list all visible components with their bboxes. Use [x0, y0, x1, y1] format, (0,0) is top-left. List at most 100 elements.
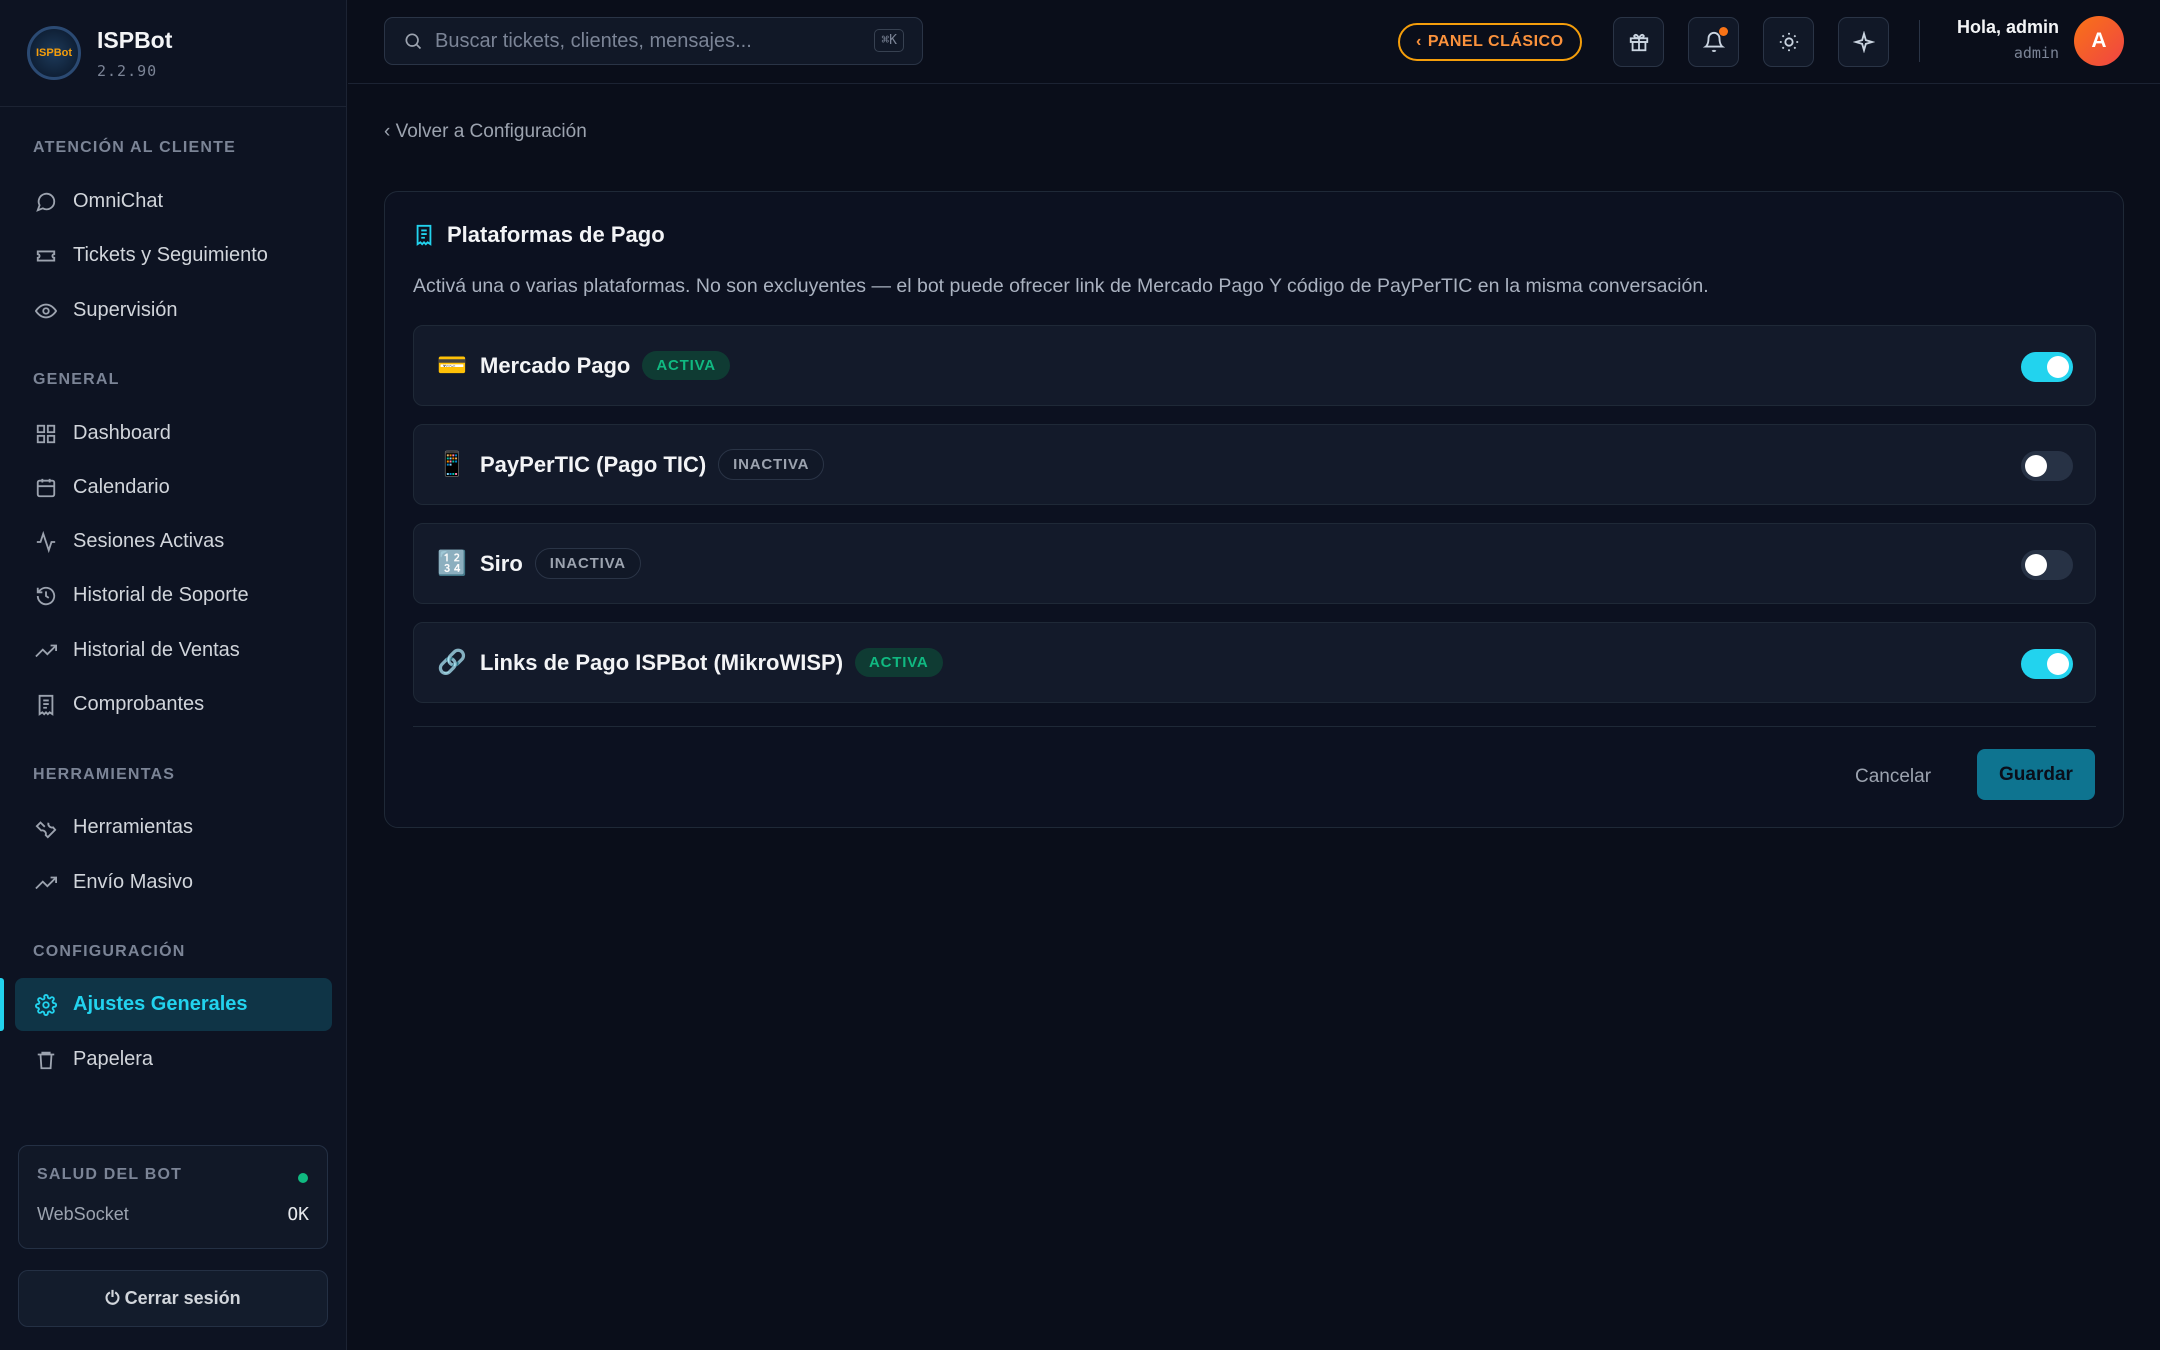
- grid-icon: [34, 422, 58, 446]
- bot-health-panel: SALUD DEL BOT WebSocket OK: [18, 1145, 328, 1249]
- platform-row-siro: 🔢 Siro INACTIVA: [413, 523, 2096, 604]
- user-greeting: Hola, admin: [1956, 17, 2059, 37]
- receipt-icon: [34, 693, 58, 717]
- platform-row-mercado-pago: 💳 Mercado Pago ACTIVA: [413, 325, 2096, 406]
- top-header: Buscar tickets, clientes, mensajes... ⌘K…: [348, 0, 2160, 84]
- section-title-general: GENERAL: [33, 371, 120, 388]
- sidebar-item-label: Herramientas: [73, 816, 194, 838]
- platform-toggle[interactable]: [2021, 550, 2073, 580]
- link-icon: 🔗: [437, 649, 467, 676]
- numbers-icon: 🔢: [437, 550, 467, 577]
- sidebar-item-herramientas[interactable]: Herramientas: [15, 801, 332, 854]
- calendar-icon: [34, 476, 58, 500]
- card-title-text: Plataformas de Pago: [447, 222, 665, 247]
- user-role: admin: [2013, 44, 2059, 62]
- cancel-button[interactable]: Cancelar: [1855, 766, 1931, 788]
- active-indicator: [0, 978, 4, 1031]
- sidebar-item-supervision[interactable]: Supervisión: [15, 284, 332, 337]
- search-shortcut: ⌘K: [874, 29, 904, 52]
- header-divider: [1919, 20, 1920, 62]
- health-label: WebSocket: [37, 1204, 129, 1224]
- app-logo[interactable]: ISPBot: [27, 26, 81, 80]
- sidebar-item-tickets[interactable]: Tickets y Seguimiento: [15, 229, 332, 282]
- status-badge: ACTIVA: [642, 351, 730, 380]
- brand: ISPBot ISPBot 2.2.90: [0, 0, 346, 107]
- credit-card-icon: 💳: [437, 352, 467, 379]
- classic-panel-label: PANEL CLÁSICO: [1427, 33, 1564, 50]
- notifications-button[interactable]: [1688, 17, 1739, 67]
- activity-icon: [34, 530, 58, 554]
- platform-toggle[interactable]: [2021, 352, 2073, 382]
- back-to-config-link[interactable]: ‹ Volver a Configuración: [384, 121, 587, 143]
- card-divider: [413, 726, 2096, 727]
- card-title: Plataformas de Pago: [413, 222, 665, 248]
- search-placeholder: Buscar tickets, clientes, mensajes...: [435, 29, 752, 52]
- health-value: OK: [287, 1204, 309, 1225]
- section-title-configuracion: CONFIGURACIÓN: [33, 943, 186, 960]
- platform-toggle[interactable]: [2021, 649, 2073, 679]
- sidebar-item-label: Supervisión: [73, 299, 178, 321]
- toggle-knob: [2025, 455, 2047, 477]
- sidebar-item-omnichat[interactable]: OmniChat: [15, 175, 332, 228]
- platform-row-ispbot-links: 🔗 Links de Pago ISPBot (MikroWISP) ACTIV…: [413, 622, 2096, 703]
- sidebar-item-label: Historial de Ventas: [73, 639, 240, 661]
- logo-text: ISPBot: [35, 47, 73, 59]
- card-description: Activá una o varias plataformas. No son …: [413, 275, 1709, 297]
- payment-platforms-card: Plataformas de Pago Activá una o varias …: [384, 191, 2124, 828]
- status-badge: ACTIVA: [855, 648, 943, 677]
- user-info[interactable]: Hola, admin admin: [1957, 17, 2059, 62]
- sidebar-item-calendario[interactable]: Calendario: [15, 461, 332, 514]
- sidebar-item-ajustes-generales[interactable]: Ajustes Generales: [15, 978, 332, 1031]
- ai-assistant-button[interactable]: [1838, 17, 1889, 67]
- theme-toggle-button[interactable]: [1763, 17, 1814, 67]
- chat-bubble-icon: [34, 190, 58, 214]
- sidebar-item-comprobantes[interactable]: Comprobantes: [15, 678, 332, 731]
- sparkle-icon: [1852, 31, 1875, 53]
- app-version: 2.2.90: [97, 61, 158, 80]
- toggle-knob: [2025, 554, 2047, 576]
- section-title-herramientas: HERRAMIENTAS: [33, 766, 176, 783]
- sidebar-item-label: Dashboard: [73, 422, 171, 444]
- toggle-knob: [2047, 653, 2069, 675]
- sidebar-item-label: Envío Masivo: [73, 871, 194, 893]
- sidebar-item-envio-masivo[interactable]: Envío Masivo: [15, 856, 332, 909]
- sidebar-item-historial-soporte[interactable]: Historial de Soporte: [15, 569, 332, 622]
- mobile-phone-icon: 📱: [437, 451, 467, 478]
- sidebar-item-sesiones[interactable]: Sesiones Activas: [15, 515, 332, 568]
- search-input[interactable]: Buscar tickets, clientes, mensajes... ⌘K: [384, 17, 923, 65]
- history-icon: [34, 584, 58, 608]
- app-name: ISPBot: [97, 26, 173, 53]
- wrench-icon: [34, 816, 58, 840]
- receipt-icon: [413, 224, 435, 246]
- chevron-left-icon: ‹: [1416, 33, 1422, 50]
- health-title: SALUD DEL BOT: [37, 1166, 183, 1183]
- sidebar-item-label: Papelera: [73, 1048, 154, 1070]
- sidebar-item-label: Tickets y Seguimiento: [73, 244, 268, 266]
- platform-name: Mercado Pago: [480, 352, 631, 378]
- platform-toggle[interactable]: [2021, 451, 2073, 481]
- sidebar: ISPBot ISPBot 2.2.90 ATENCIÓN AL CLIENTE…: [0, 0, 347, 1350]
- save-button[interactable]: Guardar: [1977, 749, 2095, 800]
- gear-icon: [34, 993, 58, 1017]
- gift-button[interactable]: [1613, 17, 1664, 67]
- sidebar-item-label: OmniChat: [73, 190, 164, 212]
- sidebar-item-label: Ajustes Generales: [73, 993, 248, 1015]
- platform-name: Links de Pago ISPBot (MikroWISP): [480, 649, 844, 675]
- trending-up-icon: [34, 871, 58, 895]
- trending-up-icon: [34, 639, 58, 663]
- avatar[interactable]: A: [2074, 16, 2124, 66]
- classic-panel-button[interactable]: ‹ PANEL CLÁSICO: [1398, 23, 1582, 61]
- logout-button[interactable]: ⏻ Cerrar sesión: [18, 1270, 328, 1327]
- sidebar-item-papelera[interactable]: Papelera: [15, 1033, 332, 1086]
- sidebar-item-historial-ventas[interactable]: Historial de Ventas: [15, 624, 332, 677]
- toggle-knob: [2047, 356, 2069, 378]
- sidebar-item-label: Sesiones Activas: [73, 530, 225, 552]
- ticket-icon: [34, 244, 58, 268]
- status-badge: INACTIVA: [534, 548, 641, 579]
- sidebar-item-label: Comprobantes: [73, 693, 205, 715]
- trash-icon: [34, 1048, 58, 1072]
- gift-icon: [1628, 31, 1650, 53]
- platform-row-paypertic: 📱 PayPerTIC (Pago TIC) INACTIVA: [413, 424, 2096, 505]
- sidebar-item-dashboard[interactable]: Dashboard: [15, 407, 332, 460]
- platform-name: Siro: [480, 550, 523, 576]
